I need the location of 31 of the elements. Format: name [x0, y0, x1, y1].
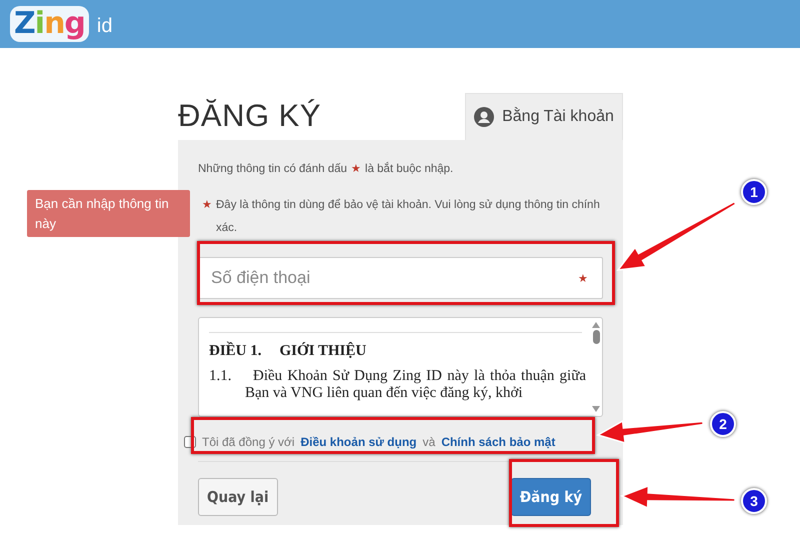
info-note: là bắt buộc nhập.	[365, 161, 454, 177]
back-button[interactable]: Quay lại	[198, 478, 278, 516]
register-button[interactable]: Đăng ký	[510, 478, 591, 516]
page-title: ĐĂNG KÝ	[178, 98, 322, 134]
clause-number: 1.1.	[209, 368, 232, 386]
phone-input[interactable]: Số điện thoại	[209, 267, 574, 289]
required-star-icon: ★	[202, 194, 212, 217]
agree-text: và	[422, 435, 436, 449]
scroll-down-icon[interactable]	[592, 406, 600, 412]
logo-suffix: id	[96, 14, 112, 38]
agree-checkbox[interactable]	[184, 436, 196, 448]
scroll-thumb[interactable]	[592, 330, 600, 344]
info-note: Những thông tin có đánh dấu	[198, 162, 348, 177]
privacy-link[interactable]: Chính sách bảo mật	[441, 435, 556, 449]
required-star-icon: ★	[351, 158, 362, 181]
scroll-up-icon[interactable]	[592, 322, 600, 328]
clause-text: Điều Khoản Sử Dụng Zing ID này là thỏa thuận giữa Bạn và VNG liên quan đến việc đăng ký, khởi	[245, 368, 587, 402]
terms-heading: GIỚI THIỆU	[280, 343, 366, 360]
terms-heading-number: ĐIỀU 1.	[209, 343, 262, 360]
terms-link[interactable]: Điều khoản sử dụng	[300, 435, 417, 449]
step-number: 1	[741, 179, 767, 205]
required-star-icon: ★	[578, 272, 588, 284]
phone-field[interactable]: Số điện thoại ★	[198, 257, 603, 299]
info-note: Đây là thông tin dùng để bảo vệ tài khoản. Vui lòng sử dụng thông tin chính xác.	[216, 198, 601, 236]
step-number: 2	[710, 411, 736, 437]
tooltip: Bạn cần nhập thông tin này	[27, 190, 190, 237]
zing-logo[interactable]: Zing	[10, 6, 89, 42]
step-number: 3	[741, 488, 767, 514]
user-icon	[474, 107, 494, 127]
account-tab[interactable]: Bằng Tài khoản	[465, 93, 623, 140]
agree-text: Tôi đã đồng ý với	[202, 435, 295, 449]
